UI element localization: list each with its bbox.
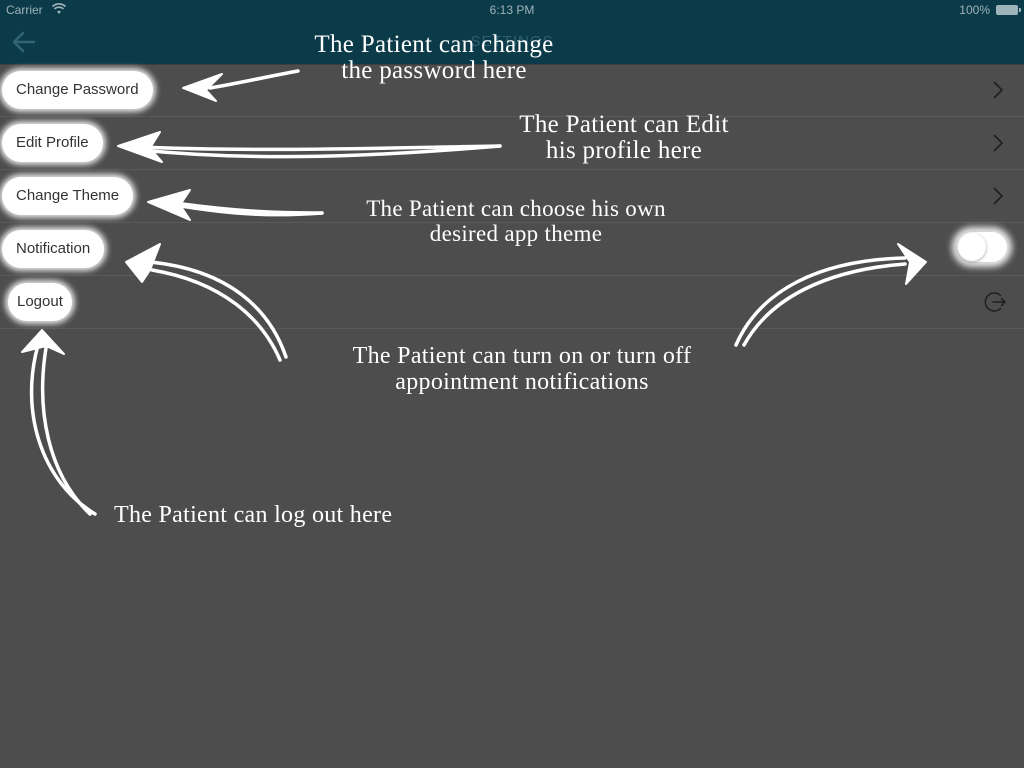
edit-profile-label: Edit Profile (2, 124, 103, 162)
battery-percent: 100% (959, 3, 990, 17)
status-time: 6:13 PM (489, 3, 535, 17)
annotation-line: The Patient can change (314, 31, 554, 58)
annotation-line: The Patient can turn on or turn off (352, 343, 692, 369)
annotation-line: The Patient can choose his own (366, 196, 666, 221)
toggle-knob (958, 233, 986, 261)
change-password-label: Change Password (2, 71, 153, 109)
status-bar: Carrier 6:13 PM 100% (0, 0, 1024, 20)
arrow-to-logout (29, 343, 97, 516)
annotation-line: The Patient can log out here (114, 502, 393, 528)
logout-label: Logout (8, 283, 72, 321)
annotation-line: the password here (341, 57, 527, 84)
annotation-line: appointment notifications (395, 369, 649, 395)
annotation-line: his profile here (545, 137, 703, 164)
annotation-edit-profile: The Patient can Edit his profile here (488, 112, 760, 164)
annotation-notification: The Patient can turn on or turn off appo… (316, 343, 728, 395)
chevron-right-icon (993, 187, 1004, 205)
chevron-right-icon (993, 134, 1004, 152)
notification-toggle[interactable] (956, 231, 1008, 263)
annotation-change-theme: The Patient can choose his own desired a… (326, 196, 706, 246)
chevron-right-icon (993, 81, 1004, 99)
battery-icon (996, 5, 1021, 15)
notification-label: Notification (2, 230, 105, 268)
annotation-logout: The Patient can log out here (114, 502, 454, 528)
settings-row-logout[interactable]: Logout (0, 276, 1024, 329)
annotation-change-password: The Patient can change the password here (280, 32, 588, 84)
annotation-line: The Patient can Edit (519, 111, 729, 138)
change-theme-label: Change Theme (2, 177, 134, 215)
settings-screen: Carrier 6:13 PM 100% SETTINGS Change Pas… (0, 0, 1024, 768)
logout-icon (984, 292, 1006, 312)
annotation-line: desired app theme (429, 221, 603, 246)
